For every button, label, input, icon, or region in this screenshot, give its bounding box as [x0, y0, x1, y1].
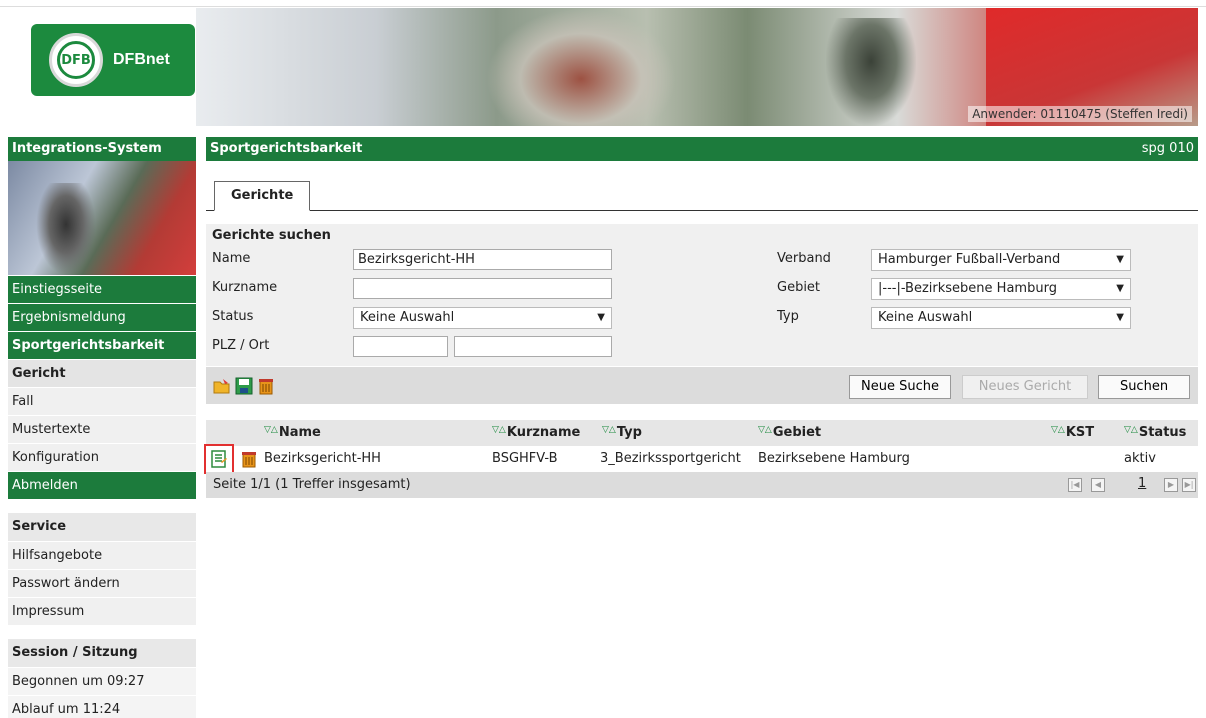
session-begun: Begonnen um 09:27	[8, 667, 196, 695]
cell-name[interactable]: Bezirksgericht-HH	[264, 446, 381, 472]
sidebar-title: Integrations-System	[8, 137, 196, 161]
sidebar-item-einstiegsseite[interactable]: Einstiegsseite	[8, 275, 196, 303]
typ-label: Typ	[777, 309, 799, 324]
tab-bar: Gerichte	[206, 171, 1198, 211]
sidebar-item-mustertexte[interactable]: Mustertexte	[8, 415, 196, 443]
justitia-statue-image	[36, 183, 96, 275]
search-title: Gerichte suchen	[212, 228, 331, 243]
logo-text: DFBnet	[113, 51, 170, 68]
search-toolbar: Neue Suche Neues Gericht Suchen	[206, 366, 1198, 404]
table-footer: Seite 1/1 (1 Treffer insgesamt) |◀ ◀ 1 ▶…	[206, 472, 1198, 498]
results-table: ▽△Name ▽△Kurzname ▽△Typ ▽△Gebiet ▽△KST ▽…	[204, 420, 1198, 498]
dfb-emblem-mark: DFB	[57, 41, 95, 79]
table-header: ▽△Name ▽△Kurzname ▽△Typ ▽△Gebiet ▽△KST ▽…	[206, 420, 1198, 446]
page-title: Sportgerichtsbarkeit	[210, 141, 363, 156]
sort-icon: ▽△	[1124, 425, 1138, 435]
verband-select[interactable]: Hamburger Fußball-Verband ▼	[871, 249, 1131, 271]
chevron-down-icon: ▼	[1116, 312, 1124, 323]
kurzname-input[interactable]	[353, 278, 612, 299]
col-header-status[interactable]: ▽△Status	[1124, 420, 1186, 446]
col-header-kurzname[interactable]: ▽△Kurzname	[492, 420, 580, 446]
verband-label: Verband	[777, 251, 831, 266]
sidebar-image	[8, 161, 196, 275]
main-header: Sportgerichtsbarkeit spg 010	[206, 137, 1198, 161]
neue-suche-button[interactable]: Neue Suche	[849, 375, 951, 399]
save-icon[interactable]	[235, 377, 253, 395]
kurzname-label: Kurzname	[212, 280, 278, 295]
cell-gebiet: Bezirksebene Hamburg	[758, 451, 910, 466]
status-label: Status	[212, 309, 254, 324]
main-content: Sportgerichtsbarkeit spg 010 Gerichte Ge…	[204, 137, 1198, 498]
col-header-typ[interactable]: ▽△Typ	[602, 420, 642, 446]
header-banner-image: Anwender: 01110475 (Steffen Iredi)	[196, 8, 1198, 126]
status-select-value: Keine Auswahl	[360, 310, 455, 325]
sidebar-item-ergebnismeldung[interactable]: Ergebnismeldung	[8, 303, 196, 331]
sort-icon: ▽△	[758, 425, 772, 435]
ort-input[interactable]	[454, 336, 612, 357]
session-expires: Ablauf um 11:24	[8, 695, 196, 718]
next-page-icon[interactable]: ▶	[1164, 478, 1178, 492]
typ-select-value: Keine Auswahl	[878, 310, 973, 325]
sidebar: Integrations-System Einstiegsseite Ergeb…	[8, 137, 196, 718]
dfbnet-logo[interactable]: DFB DFBnet	[31, 24, 195, 96]
table-row[interactable]: Bezirksgericht-HH BSGHFV-B 3_Bezirksspor…	[204, 444, 1198, 474]
sidebar-item-gericht[interactable]: Gericht	[8, 359, 196, 387]
col-header-kst[interactable]: ▽△KST	[1051, 420, 1094, 446]
service-item-impressum[interactable]: Impressum	[8, 597, 196, 625]
open-folder-icon[interactable]	[213, 377, 231, 395]
prev-page-icon[interactable]: ◀	[1091, 478, 1105, 492]
sort-icon: ▽△	[492, 425, 506, 435]
sidebar-item-abmelden[interactable]: Abmelden	[8, 471, 196, 499]
col-header-gebiet[interactable]: ▽△Gebiet	[758, 420, 821, 446]
delete-icon[interactable]	[257, 377, 275, 395]
service-section-title: Service	[8, 513, 196, 541]
page-number-link[interactable]: 1	[1138, 476, 1146, 491]
tab-gerichte[interactable]: Gerichte	[214, 181, 311, 211]
service-item-hilfsangebote[interactable]: Hilfsangebote	[8, 541, 196, 569]
plz-input[interactable]	[353, 336, 448, 357]
chevron-down-icon: ▼	[1116, 283, 1124, 294]
edit-icon-highlight	[204, 444, 234, 474]
header-divider	[0, 6, 1206, 7]
dfb-emblem-icon: DFB	[49, 33, 103, 87]
session-section-title: Session / Sitzung	[8, 639, 196, 667]
gebiet-select-value: |---|-Bezirksebene Hamburg	[878, 281, 1057, 296]
delete-icon[interactable]	[240, 450, 258, 468]
cell-typ: 3_Bezirkssportgericht	[600, 451, 741, 466]
plz-ort-label: PLZ / Ort	[212, 338, 270, 353]
banner-players-image	[486, 8, 676, 126]
cell-kurzname: BSGHFV-B	[492, 451, 558, 466]
sidebar-item-sportgerichtsbarkeit[interactable]: Sportgerichtsbarkeit	[8, 331, 196, 359]
last-page-icon[interactable]: ▶|	[1182, 478, 1196, 492]
gebiet-select[interactable]: |---|-Bezirksebene Hamburg ▼	[871, 278, 1131, 300]
typ-select[interactable]: Keine Auswahl ▼	[871, 307, 1131, 329]
name-label: Name	[212, 251, 251, 266]
sidebar-item-konfiguration[interactable]: Konfiguration	[8, 443, 196, 471]
banner-justitia-image	[826, 18, 916, 126]
chevron-down-icon: ▼	[597, 312, 605, 323]
service-item-passwort[interactable]: Passwort ändern	[8, 569, 196, 597]
gebiet-label: Gebiet	[777, 280, 821, 295]
suchen-button[interactable]: Suchen	[1098, 375, 1190, 399]
user-label: Anwender: 01110475 (Steffen Iredi)	[968, 106, 1192, 122]
sort-icon: ▽△	[602, 425, 616, 435]
first-page-icon[interactable]: |◀	[1068, 478, 1082, 492]
search-panel: Gerichte suchen Name Bezirksgericht-HH K…	[206, 224, 1198, 366]
neues-gericht-button[interactable]: Neues Gericht	[962, 375, 1088, 399]
status-select[interactable]: Keine Auswahl ▼	[353, 307, 612, 329]
cell-status: aktiv	[1124, 451, 1156, 466]
page-header: DFB DFBnet Anwender: 01110475 (Steffen I…	[0, 0, 1206, 130]
sort-icon: ▽△	[264, 425, 278, 435]
results-summary: Seite 1/1 (1 Treffer insgesamt)	[213, 477, 411, 492]
sidebar-item-fall[interactable]: Fall	[8, 387, 196, 415]
chevron-down-icon: ▼	[1116, 254, 1124, 265]
verband-select-value: Hamburger Fußball-Verband	[878, 252, 1061, 267]
sort-icon: ▽△	[1051, 425, 1065, 435]
page-code: spg 010	[1141, 141, 1194, 156]
col-header-name[interactable]: ▽△Name	[264, 420, 321, 446]
name-input[interactable]: Bezirksgericht-HH	[353, 249, 612, 270]
